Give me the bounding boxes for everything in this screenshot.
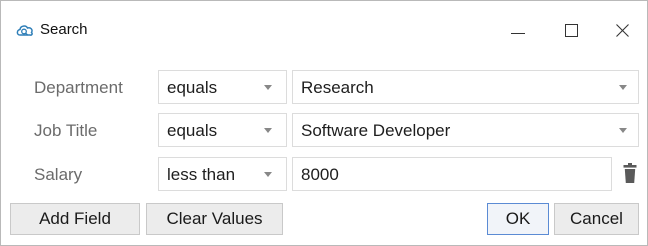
close-icon	[615, 23, 629, 37]
close-button[interactable]	[599, 14, 645, 46]
chevron-down-icon	[264, 172, 272, 177]
window-title: Search	[40, 21, 88, 38]
maximize-icon	[564, 23, 578, 37]
chevron-down-icon	[264, 128, 272, 133]
chevron-down-icon	[619, 128, 627, 133]
add-field-button[interactable]: Add Field	[10, 203, 140, 235]
maximize-button[interactable]	[548, 14, 594, 46]
criterion-value: Research	[301, 78, 374, 97]
ok-button[interactable]: OK	[487, 203, 549, 235]
criterion-value: 8000	[301, 165, 339, 184]
criterion-value: Software Developer	[301, 121, 451, 140]
value-text-input[interactable]: 8000	[292, 157, 612, 191]
chevron-down-icon	[619, 85, 627, 90]
minimize-icon	[511, 32, 525, 34]
operator-value: equals	[167, 121, 218, 140]
operator-dropdown[interactable]: equals	[158, 113, 287, 147]
cancel-button[interactable]: Cancel	[554, 203, 639, 235]
operator-dropdown[interactable]: less than	[158, 157, 287, 191]
value-dropdown[interactable]: Software Developer	[292, 113, 639, 147]
search-dialog: Search Department equals Research Job Ti…	[0, 0, 648, 246]
operator-dropdown[interactable]: equals	[158, 70, 287, 104]
trash-icon[interactable]	[623, 162, 637, 184]
minimize-button[interactable]	[495, 14, 541, 46]
operator-value: less than	[167, 165, 236, 184]
chevron-down-icon	[264, 85, 272, 90]
clear-values-button[interactable]: Clear Values	[146, 203, 283, 235]
value-dropdown[interactable]: Research	[292, 70, 639, 104]
criterion-field-label: Salary	[34, 165, 83, 184]
cloud-search-icon	[16, 25, 33, 36]
operator-value: equals	[167, 78, 218, 97]
criterion-field-label: Job Title	[34, 121, 98, 140]
criterion-field-label: Department	[34, 78, 123, 97]
title-bar: Search	[1, 1, 647, 57]
